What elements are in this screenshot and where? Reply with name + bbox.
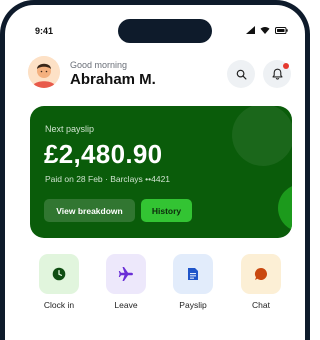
payslip-card[interactable]: Next payslip £2,480.90 Paid on 28 Feb · … — [30, 106, 292, 238]
quick-action-clock-in[interactable]: Clock in — [29, 254, 89, 310]
payslip-amount: £2,480.90 — [44, 139, 163, 169]
user-name: Abraham M. — [70, 71, 156, 88]
notifications-button[interactable] — [263, 60, 291, 88]
chat-bubble-icon — [254, 267, 267, 280]
avatar-illustration-icon — [28, 56, 60, 88]
view-breakdown-button[interactable]: View breakdown — [44, 199, 135, 222]
quick-action-label: Chat — [252, 300, 270, 310]
clock-icon — [52, 267, 66, 281]
wifi-icon — [260, 26, 270, 34]
status-time: 9:41 — [35, 26, 54, 36]
payslip-label: Next payslip — [45, 124, 95, 134]
quick-action-label: Clock in — [43, 300, 75, 310]
phone-frame: 9:41 Good morning Abraham M. Next paysli… — [0, 0, 310, 340]
quick-action-label: Leave — [114, 300, 138, 310]
status-icons — [246, 26, 288, 34]
avatar[interactable] — [28, 56, 60, 88]
plane-icon — [118, 267, 133, 281]
quick-action-chat[interactable]: Chat — [231, 254, 291, 310]
search-icon — [236, 69, 246, 79]
payslip-paid-info: Paid on 28 Feb · Barclays ••4421 — [45, 174, 171, 184]
history-button[interactable]: History — [141, 199, 192, 222]
card-decoration-circle-accent — [278, 184, 292, 232]
search-button[interactable] — [227, 60, 255, 88]
greeting-text: Good morning — [70, 60, 128, 70]
quick-action-leave[interactable]: Leave — [96, 254, 156, 310]
battery-icon — [275, 26, 288, 34]
notification-dot — [283, 63, 289, 69]
clock-in-tile[interactable] — [39, 254, 79, 294]
chat-tile[interactable] — [241, 254, 281, 294]
payslip-tile[interactable] — [173, 254, 213, 294]
signal-icon — [246, 26, 255, 34]
leave-tile[interactable] — [106, 254, 146, 294]
document-icon — [188, 268, 198, 280]
bell-icon — [271, 68, 283, 80]
card-decoration-circle — [232, 106, 292, 166]
quick-action-label: Payslip — [179, 300, 207, 310]
quick-action-payslip[interactable]: Payslip — [163, 254, 223, 310]
dynamic-island — [118, 19, 212, 43]
